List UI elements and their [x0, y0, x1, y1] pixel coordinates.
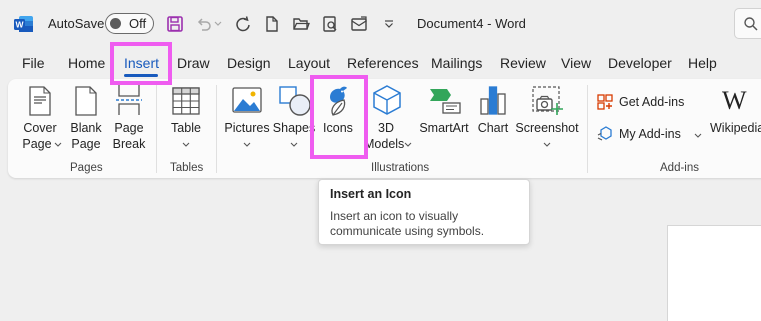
get-addins-label: Get Add-ins [619, 95, 685, 109]
tab-file[interactable]: File [22, 55, 45, 71]
screenshot-label: Screenshot [515, 121, 579, 135]
group-label-tables: Tables [170, 162, 204, 174]
tab-draw[interactable]: Draw [177, 55, 210, 71]
shapes-icon [279, 86, 311, 116]
icons-tooltip: Insert an Icon Insert an icon to visuall… [318, 179, 530, 245]
3d-models-button[interactable]: 3D Models [364, 79, 412, 159]
toggle-knob [110, 18, 121, 29]
chart-button[interactable]: Chart [474, 79, 512, 159]
chevron-down-icon [290, 142, 298, 147]
chevron-down-icon [404, 142, 412, 147]
3d-models-label-1: 3D [378, 121, 394, 135]
table-button[interactable]: Table [166, 79, 206, 159]
pictures-button[interactable]: Pictures [222, 79, 272, 159]
chart-icon [480, 86, 506, 115]
page-break-label-2: Break [112, 137, 146, 151]
svg-text:W: W [15, 20, 24, 30]
blank-page-button[interactable]: Blank Page [66, 79, 106, 159]
cover-page-button[interactable]: Cover Page [17, 79, 63, 159]
blank-page-icon [75, 86, 97, 116]
search-icon [744, 17, 758, 31]
store-icon [597, 94, 613, 110]
blank-page-label-1: Blank [70, 121, 102, 135]
tab-design[interactable]: Design [227, 55, 271, 71]
wikipedia-label: Wikipedia [710, 121, 761, 135]
chevron-down-icon [182, 142, 190, 147]
tab-review[interactable]: Review [500, 55, 546, 71]
document-page[interactable] [667, 225, 761, 321]
group-separator [156, 85, 157, 173]
screenshot-icon [532, 86, 563, 115]
chart-label: Chart [477, 121, 509, 135]
document-name: Document4 [417, 16, 484, 31]
undo-dropdown-icon[interactable] [212, 13, 224, 35]
title-bar: W AutoSave Off Document4 - Word [0, 0, 761, 48]
app-name: Word [495, 16, 526, 31]
autosave-state: Off [129, 16, 147, 31]
open-folder-icon[interactable] [290, 13, 312, 35]
word-logo-icon: W [14, 16, 33, 32]
blank-page-label-2: Page [71, 137, 101, 151]
screenshot-button[interactable]: Screenshot [514, 79, 580, 159]
table-label: Table [171, 121, 201, 135]
tab-developer[interactable]: Developer [608, 55, 672, 71]
tab-mailings[interactable]: Mailings [431, 55, 482, 71]
table-icon [172, 87, 200, 115]
customize-qat-icon[interactable] [378, 13, 400, 35]
repeat-icon[interactable] [232, 13, 254, 35]
autosave-label: AutoSave [48, 16, 105, 31]
page-break-button[interactable]: Page Break [109, 79, 149, 159]
print-preview-icon[interactable] [319, 13, 341, 35]
chevron-down-icon [54, 142, 62, 147]
page-break-icon [116, 85, 142, 115]
tooltip-body: Insert an icon to visually communicate u… [330, 209, 485, 238]
addins-icon [597, 126, 612, 141]
cover-page-label-2: Page [22, 137, 52, 151]
smartart-label: SmartArt [419, 121, 469, 135]
chevron-down-icon [694, 133, 702, 138]
pictures-label: Pictures [224, 121, 270, 135]
smartart-icon [430, 89, 461, 114]
search-box[interactable] [734, 8, 761, 39]
tab-references[interactable]: References [347, 55, 419, 71]
cover-page-label-1: Cover [23, 121, 57, 135]
my-addins-label: My Add-ins [619, 127, 681, 141]
tab-view[interactable]: View [561, 55, 591, 71]
tab-help[interactable]: Help [688, 55, 717, 71]
chevron-down-icon [543, 142, 551, 147]
autosave-toggle[interactable]: Off [105, 13, 154, 34]
group-label-addins: Add-ins [660, 162, 699, 174]
wikipedia-icon: W [722, 86, 747, 115]
cube-icon [373, 85, 401, 115]
insert-tab-highlight [110, 42, 172, 85]
group-separator [216, 85, 217, 173]
3d-models-label-2: Models [364, 137, 405, 151]
chevron-down-icon [243, 142, 251, 147]
new-document-icon[interactable] [261, 13, 283, 35]
icons-button-highlight [310, 75, 368, 159]
tooltip-title: Insert an Icon [330, 187, 412, 201]
smartart-button[interactable]: SmartArt [412, 79, 476, 159]
picture-icon [232, 87, 262, 113]
title-separator: - [487, 16, 492, 31]
tab-layout[interactable]: Layout [288, 55, 330, 71]
cover-page-icon [29, 86, 51, 116]
wikipedia-button[interactable]: W Wikipedia [708, 79, 761, 159]
group-separator [587, 85, 588, 173]
ribbon-panel: Cover Page Blank Page Page Break Pages T… [8, 79, 761, 178]
group-label-pages: Pages [70, 162, 103, 174]
page-break-label-1: Page [114, 121, 144, 135]
email-icon[interactable] [348, 13, 370, 35]
document-title: Document4 - Word [417, 16, 526, 31]
tab-home[interactable]: Home [68, 55, 105, 71]
save-icon[interactable] [164, 13, 186, 35]
group-label-illustrations: Illustrations [371, 162, 430, 174]
